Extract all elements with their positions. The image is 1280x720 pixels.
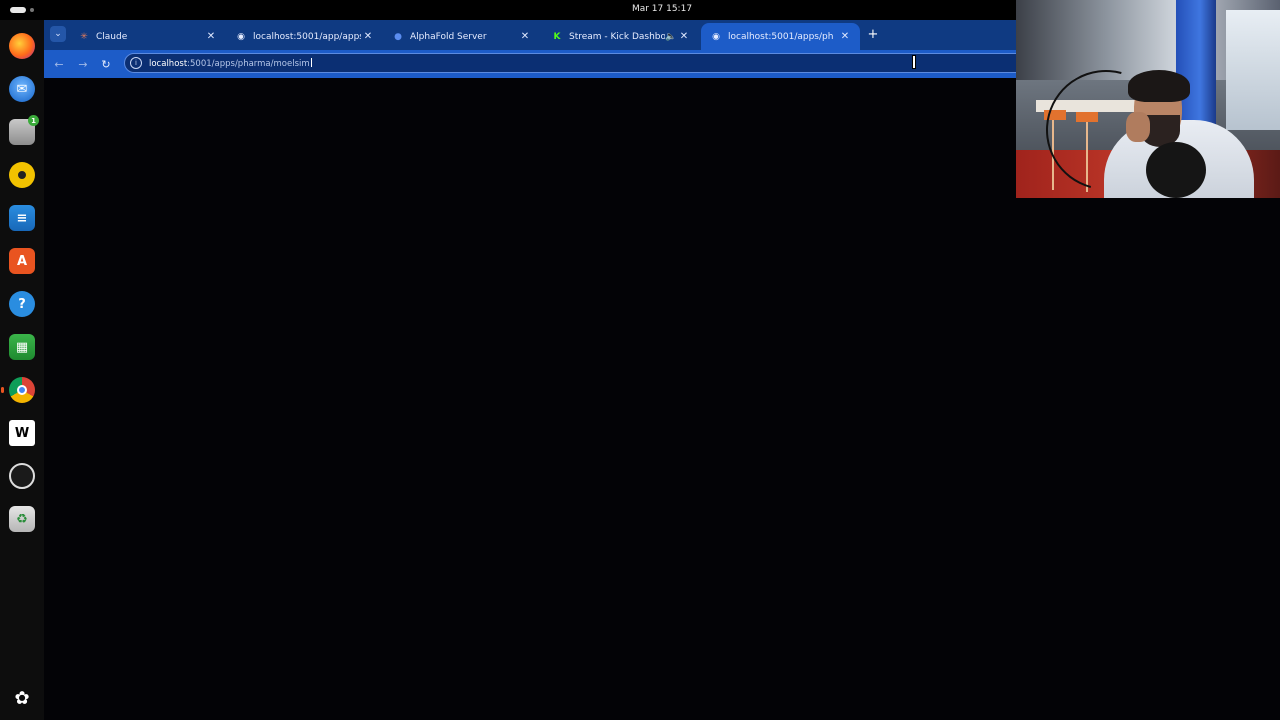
address-host: localhost xyxy=(149,59,188,69)
w-app-icon[interactable]: W xyxy=(9,420,35,446)
writer-icon[interactable]: ≡ xyxy=(9,205,35,231)
globe-icon: ◉ xyxy=(237,31,245,42)
back-button[interactable]: ← xyxy=(51,56,67,72)
tab-alphafold[interactable]: ● AlphaFold Server ✕ xyxy=(383,23,540,50)
app-center-icon[interactable]: A xyxy=(9,248,35,274)
help-icon[interactable]: ? xyxy=(9,291,35,317)
dock: ✉ 1 ≡ A ? ▦ W ♻ ✿ xyxy=(0,20,44,720)
site-info-icon[interactable]: i xyxy=(130,57,142,69)
alphafold-icon: ● xyxy=(394,31,402,42)
show-apps-icon[interactable]: ✿ xyxy=(9,685,35,711)
close-icon[interactable]: ✕ xyxy=(838,31,852,42)
firefox-icon[interactable] xyxy=(9,33,35,59)
address-path: :5001/apps/pharma/moelsim xyxy=(187,59,310,69)
trash-icon[interactable]: ♻ xyxy=(9,506,35,532)
tab-title: Claude xyxy=(96,31,128,42)
tab-search-icon[interactable]: ⌄ xyxy=(50,26,66,42)
webcam-window xyxy=(1226,10,1280,130)
tab-title: AlphaFold Server xyxy=(410,31,487,42)
close-icon[interactable]: ✕ xyxy=(518,31,532,42)
tab-title: localhost:5001/app/apps xyxy=(253,31,361,42)
obs-icon[interactable] xyxy=(9,463,35,489)
close-icon[interactable]: ✕ xyxy=(677,31,691,42)
close-icon[interactable]: ✕ xyxy=(361,31,375,42)
tab-title: Stream - Kick Dashboa xyxy=(569,31,665,42)
webcam-microphone xyxy=(1146,142,1206,198)
text-caret xyxy=(310,58,312,67)
close-icon[interactable]: ✕ xyxy=(204,31,218,42)
text-cursor-icon xyxy=(910,55,916,69)
tab-claude[interactable]: ✳ Claude ✕ xyxy=(69,23,226,50)
webcam-overlay xyxy=(1016,0,1280,198)
webcam-person-hair xyxy=(1128,70,1190,102)
speaker-icon[interactable]: 🔈 xyxy=(665,32,677,42)
thunderbird-icon[interactable]: ✉ xyxy=(9,76,35,102)
new-tab-button[interactable]: + xyxy=(866,27,880,42)
claude-icon: ✳ xyxy=(80,31,88,42)
tab-kick-dashboard[interactable]: K Stream - Kick Dashboa 🔈 ✕ xyxy=(542,23,699,50)
globe-icon: ◉ xyxy=(712,31,720,42)
files-badge: 1 xyxy=(28,115,39,126)
files-icon[interactable]: 1 xyxy=(9,115,39,145)
rhythmbox-icon[interactable] xyxy=(9,162,35,188)
reload-button[interactable]: ↻ xyxy=(98,56,114,72)
kick-icon: K xyxy=(553,31,561,42)
tab-localhost-pharma[interactable]: ◉ localhost:5001/apps/ph ✕ xyxy=(701,23,860,50)
address-text[interactable]: localhost:5001/apps/pharma/moelsim xyxy=(149,58,312,69)
tab-localhost-app[interactable]: ◉ localhost:5001/app/apps ✕ xyxy=(226,23,383,50)
chrome-icon[interactable] xyxy=(1,377,35,403)
forward-button[interactable]: → xyxy=(75,56,91,72)
webcam-person-hand xyxy=(1126,112,1150,142)
calc-icon[interactable]: ▦ xyxy=(9,334,35,360)
tab-title: localhost:5001/apps/ph xyxy=(728,31,834,42)
